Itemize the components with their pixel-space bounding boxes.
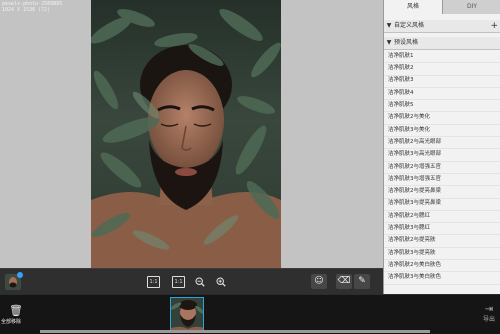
- zoom-in-glyph: [216, 277, 226, 287]
- image-canvas[interactable]: pexels-photo-2589895 1024 X 1536 (72): [0, 0, 383, 268]
- canvas-toolbar: 1:1 1:1 ☺ ⌫ ✎: [0, 268, 383, 294]
- file-dimensions: 1024 X 1536 (72): [2, 7, 51, 13]
- filmstrip-portrait: [171, 298, 203, 330]
- style-panel: 风格 DIY ▼ 自定义风格 + ▼ 预设风格 洁净肌肤1 洁净肌肤2 洁净肌肤…: [383, 0, 500, 294]
- preset-style-label: 预设风格: [394, 39, 419, 46]
- style-item[interactable]: 洁净肌肤1: [384, 51, 500, 64]
- remove-all-button[interactable]: 🗑 全部移除: [0, 295, 28, 334]
- zoom-out-icon[interactable]: [194, 276, 206, 288]
- filmstrip: 🗑 全部移除 ⇥ 导出: [0, 294, 500, 334]
- style-item[interactable]: 洁净肌肤4: [384, 88, 500, 101]
- style-item[interactable]: 洁净肌肤2与腮红: [384, 211, 500, 224]
- style-item[interactable]: 洁净肌肤3与增强五官: [384, 174, 500, 187]
- filmstrip-thumbnail[interactable]: [170, 297, 204, 331]
- style-item[interactable]: 洁净肌肤5: [384, 100, 500, 113]
- tab-style[interactable]: 风格: [384, 0, 443, 14]
- style-item[interactable]: 洁净肌肤2与美化: [384, 112, 500, 125]
- fit-to-screen-button[interactable]: 1:1: [172, 276, 185, 288]
- style-item[interactable]: 洁净肌肤3与提亮肤: [384, 248, 500, 261]
- custom-style-label: 自定义风格: [394, 22, 425, 29]
- compare-badge-icon[interactable]: [17, 272, 23, 278]
- zoom-in-icon[interactable]: [215, 276, 227, 288]
- export-button[interactable]: ⇥ 导出: [482, 305, 496, 329]
- face-detect-icon[interactable]: ☺: [311, 274, 327, 289]
- portrait-illustration: [91, 0, 281, 268]
- trash-icon: 🗑: [9, 304, 23, 317]
- style-item[interactable]: 洁净肌肤3与美白肤色: [384, 272, 500, 285]
- eraser-icon[interactable]: ⌫: [336, 274, 352, 289]
- style-item[interactable]: 洁净肌肤2与高光眼部: [384, 137, 500, 150]
- filmstrip-scrollbar[interactable]: [40, 330, 430, 333]
- style-item[interactable]: 洁净肌肤2: [384, 63, 500, 76]
- custom-style-section[interactable]: ▼ 自定义风格 +: [384, 20, 500, 33]
- tab-diy[interactable]: DIY: [443, 0, 500, 14]
- export-icon: ⇥: [484, 304, 494, 315]
- portrait-photo[interactable]: [91, 0, 281, 268]
- style-item[interactable]: 洁净肌肤3与高光眼部: [384, 149, 500, 162]
- preset-style-list: 洁净肌肤1 洁净肌肤2 洁净肌肤3 洁净肌肤4 洁净肌肤5 洁净肌肤2与美化 洁…: [384, 51, 500, 285]
- remove-all-label: 全部移除: [1, 319, 22, 325]
- style-item[interactable]: 洁净肌肤3与提亮鼻梁: [384, 199, 500, 211]
- style-item[interactable]: 洁净肌肤2与提亮肤: [384, 235, 500, 248]
- expand-triangle-icon: ▼: [386, 22, 392, 29]
- style-item[interactable]: 洁净肌肤2与增强五官: [384, 162, 500, 174]
- export-label: 导出: [482, 316, 495, 323]
- style-item[interactable]: 洁净肌肤3与美化: [384, 125, 500, 138]
- preset-style-section[interactable]: ▼ 预设风格: [384, 37, 500, 50]
- style-item[interactable]: 洁净肌肤3与腮红: [384, 223, 500, 236]
- style-item[interactable]: 洁净肌肤2与提亮鼻梁: [384, 186, 500, 199]
- zoom-out-glyph: [195, 277, 205, 287]
- file-info: pexels-photo-2589895 1024 X 1536 (72): [2, 1, 62, 13]
- brush-icon[interactable]: ✎: [354, 274, 370, 289]
- style-item[interactable]: 洁净肌肤3: [384, 76, 500, 88]
- add-style-icon[interactable]: +: [490, 22, 498, 31]
- panel-tabs: 风格 DIY: [384, 0, 500, 14]
- collapse-triangle-icon: ▼: [386, 39, 392, 46]
- style-item[interactable]: 洁净肌肤2与美白肤色: [384, 260, 500, 273]
- actual-size-button[interactable]: 1:1: [147, 276, 160, 288]
